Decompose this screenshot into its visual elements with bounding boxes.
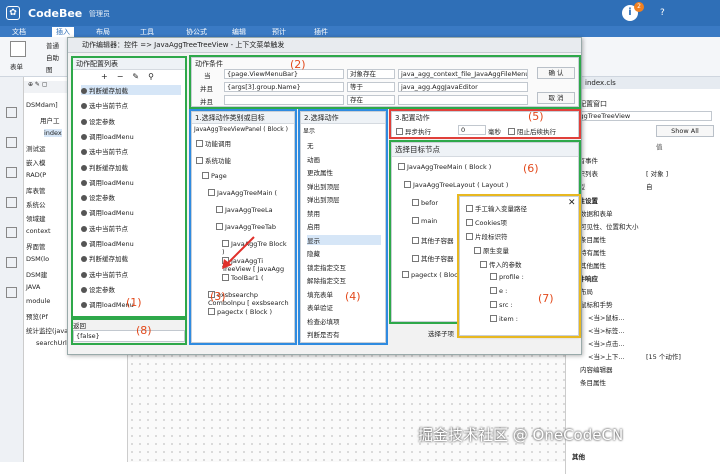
help-icon[interactable]: ? <box>660 8 665 18</box>
tool-icon[interactable] <box>6 167 17 178</box>
title-bar: ✿ CodeBee 管理员 i 2 ? <box>0 0 720 26</box>
notification-badge: 2 <box>634 2 644 12</box>
tree-item[interactable]: 预览(Pf <box>26 311 48 321</box>
prop-item[interactable]: 其他属性 <box>580 260 606 270</box>
tree-item[interactable]: 界面管 <box>26 241 46 251</box>
menu-bar: 文档 插入 布局 工具 协公式 编辑 预计 插件 <box>0 26 720 37</box>
menu-edit[interactable]: 编辑 <box>232 27 246 37</box>
tool-icon[interactable] <box>6 197 17 208</box>
property-panel: 件配置窗口 AggTreeTreeView Show All 值 特有事件 标识… <box>565 89 720 474</box>
tree-item-selected[interactable]: index <box>44 129 62 137</box>
menu-preview[interactable]: 预计 <box>272 27 286 37</box>
tree-item[interactable]: module <box>26 297 50 305</box>
left-toolbar <box>0 77 24 462</box>
menu-tools[interactable]: 工具 <box>140 27 154 37</box>
tree-item[interactable]: RAD(P <box>26 171 46 179</box>
annotation-label: (1) <box>126 296 142 309</box>
ribbon-item[interactable]: 自助 <box>46 52 59 62</box>
watermark: 掘金技术社区 @ OneCodeCN <box>418 426 624 444</box>
show-all-button[interactable]: Show All <box>656 125 714 137</box>
highlight-box-3 <box>189 109 297 345</box>
prop-item[interactable]: 特有属性 <box>580 247 606 257</box>
menu-plugin[interactable]: 插件 <box>314 27 328 37</box>
action-editor-dialog: 动作编辑器：控件 => JavaAggTreeTreeView - 上下文菜单触… <box>67 37 582 355</box>
prop-group[interactable]: 其他 <box>572 451 585 461</box>
prop-item[interactable]: <当>鼠标... <box>588 312 625 322</box>
value-column-header: 值 <box>656 143 663 151</box>
select-child-label: 选择子项 <box>428 330 454 338</box>
highlight-box-4 <box>298 109 388 345</box>
highlight-box-2 <box>189 55 581 109</box>
tool-icon[interactable] <box>6 227 17 238</box>
tool-icon[interactable] <box>6 137 17 148</box>
user-menu[interactable]: 管理员 <box>89 9 110 19</box>
prop-value[interactable]: [ 对象 ] <box>646 168 668 178</box>
tree-item[interactable]: DSM建 <box>26 269 47 279</box>
tree-item[interactable]: 库表管 <box>26 185 46 195</box>
form-icon[interactable] <box>10 41 26 57</box>
menu-insert[interactable]: 插入 <box>52 27 74 37</box>
prop-item[interactable]: 数据和表单 <box>580 208 613 218</box>
highlight-box-8 <box>71 318 187 345</box>
tool-icon[interactable] <box>6 287 17 298</box>
prop-item[interactable]: 条目属性 <box>580 234 606 244</box>
tree-item[interactable]: context <box>26 227 51 235</box>
annotation-label: (5) <box>528 110 544 123</box>
component-combo[interactable]: AggTreeTreeView <box>572 111 712 121</box>
annotation-label: (2) <box>290 58 306 71</box>
highlight-box-1 <box>71 56 187 318</box>
prop-item[interactable]: <当>标签... <box>588 325 625 335</box>
app-name: CodeBee <box>28 7 83 20</box>
tree-item[interactable]: 测试运 <box>26 143 46 153</box>
prop-item[interactable]: 可见性、位置和大小 <box>580 221 639 231</box>
tree-item[interactable]: DSM(lo <box>26 255 49 263</box>
menu-doc[interactable]: 文档 <box>12 27 26 37</box>
editor-tab[interactable]: index.cls <box>565 77 720 89</box>
ribbon-form-label[interactable]: 表单 <box>10 61 23 71</box>
tree-item[interactable]: 嵌入模 <box>26 157 46 167</box>
highlight-box-7 <box>457 194 581 338</box>
app-logo: ✿ <box>6 6 20 20</box>
annotation-label: (8) <box>136 324 152 337</box>
tree-item[interactable]: DSMdam] <box>26 101 58 109</box>
arrow-pointer <box>222 236 255 269</box>
tree-item[interactable]: 用户工 <box>40 115 60 125</box>
annotation-label: (6) <box>523 162 539 175</box>
annotation-label: (4) <box>345 290 361 303</box>
annotation-label: (3) <box>210 290 226 303</box>
tree-item[interactable]: 系统公 <box>26 199 46 209</box>
menu-formula[interactable]: 协公式 <box>186 27 207 37</box>
ribbon-item[interactable]: 普通 <box>46 40 59 50</box>
menu-layout[interactable]: 布局 <box>96 27 110 37</box>
prop-value[interactable]: [15 个动作] <box>646 351 681 361</box>
prop-item[interactable]: 内容编辑器 <box>580 364 613 374</box>
prop-value: 自 <box>646 183 653 191</box>
prop-item[interactable]: 条目属性 <box>580 377 606 387</box>
dialog-title: 动作编辑器：控件 => JavaAggTreeTreeView - 上下文菜单触… <box>68 38 581 53</box>
ribbon-item[interactable]: 图 <box>46 64 53 74</box>
tool-icon[interactable] <box>6 257 17 268</box>
tree-item[interactable]: JAVA <box>26 283 40 291</box>
highlight-box-5 <box>389 109 581 139</box>
annotation-label: (7) <box>538 292 554 305</box>
prop-item[interactable]: <当>点击... <box>588 338 625 348</box>
prop-item[interactable]: 鼠标和手势 <box>580 299 613 309</box>
prop-item[interactable]: <当>上下... <box>588 351 625 361</box>
tree-item[interactable]: 领域建 <box>26 213 46 223</box>
tool-icon[interactable] <box>6 107 17 118</box>
